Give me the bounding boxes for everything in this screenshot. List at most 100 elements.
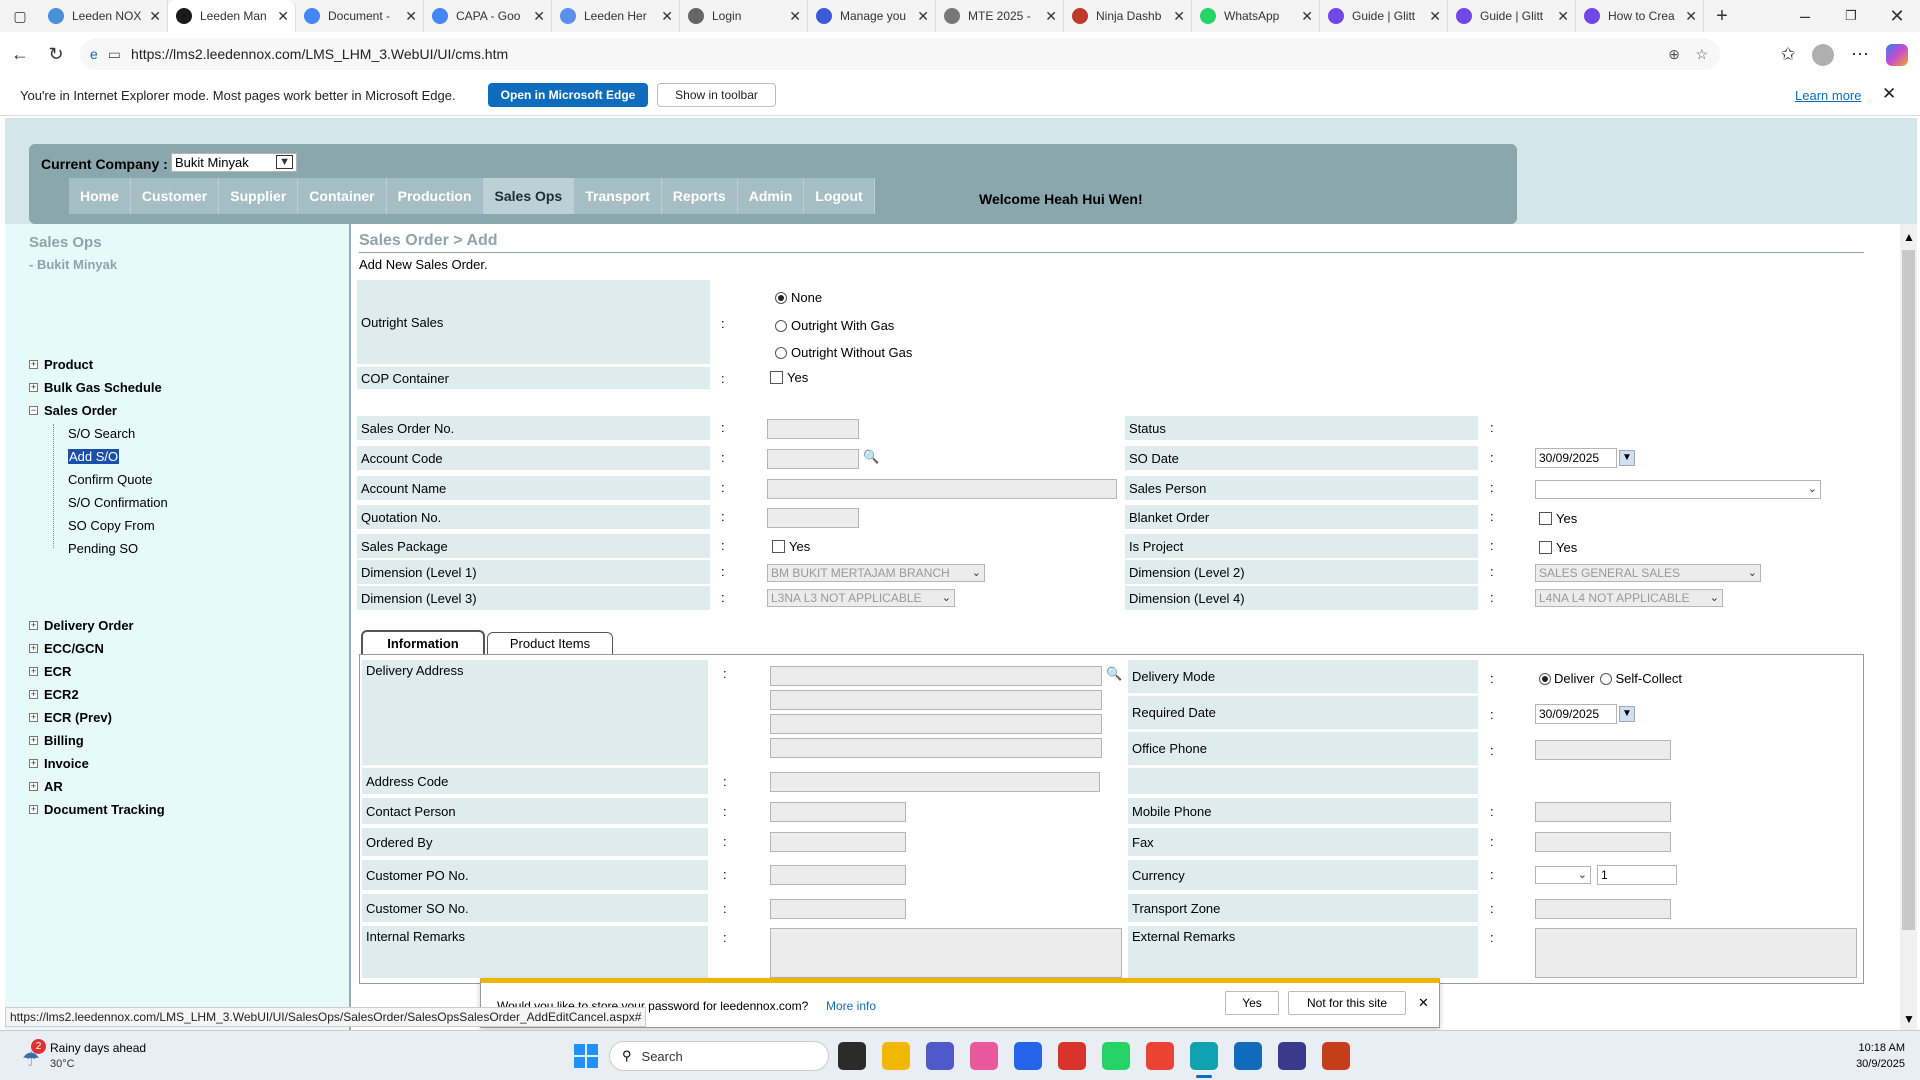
url-field[interactable]: e ▭ https://lms2.leedennox.com/LMS_LHM_3… [80, 38, 1720, 70]
nav-container[interactable]: Container [298, 178, 387, 214]
quick-assist-icon[interactable] [1278, 1042, 1306, 1070]
clock-date[interactable]: 30/9/2025 [1845, 1058, 1905, 1070]
required-date-input[interactable]: 30/09/2025 [1535, 704, 1617, 724]
dimension-level-3-select[interactable]: L3NA L3 NOT APPLICABLE ⌄ [767, 589, 955, 607]
dimension-level-4-select[interactable]: L4NA L4 NOT APPLICABLE ⌄ [1535, 589, 1723, 607]
tab-close-icon[interactable]: ✕ [1685, 8, 1697, 25]
delivery-address-line-4[interactable] [770, 738, 1102, 758]
expand-icon[interactable]: + [29, 690, 38, 699]
nav-supplier[interactable]: Supplier [219, 178, 299, 214]
browser-tab[interactable]: CAPA - Goo ✕ [424, 0, 552, 32]
tab-close-icon[interactable]: ✕ [405, 8, 417, 25]
transport-zone-input[interactable] [1535, 899, 1671, 919]
radio-self-collect[interactable]: Self-Collect [1600, 671, 1682, 686]
browser-tab[interactable]: Login ✕ [680, 0, 808, 32]
browser-tab[interactable]: Document - ✕ [296, 0, 424, 32]
favorite-icon[interactable]: ☆ [1695, 46, 1708, 63]
nav-sales-ops[interactable]: Sales Ops [483, 178, 575, 214]
snipping-tool-icon[interactable] [1058, 1042, 1086, 1070]
close-prompt-icon[interactable]: ✕ [1418, 995, 1429, 1011]
expand-icon[interactable]: + [29, 360, 38, 369]
restore-icon[interactable]: ❐ [1828, 0, 1874, 34]
expand-icon[interactable]: + [29, 667, 38, 676]
sidebar-subitem-so-copy-from[interactable]: SO Copy From [68, 518, 155, 533]
nav-home[interactable]: Home [69, 178, 131, 214]
browser-tab[interactable]: How to Crea ✕ [1576, 0, 1704, 32]
weather-title[interactable]: Rainy days ahead [50, 1041, 146, 1055]
learn-more-link[interactable]: Learn more [1795, 88, 1861, 103]
outlook-icon[interactable] [1234, 1042, 1262, 1070]
expand-icon[interactable]: + [29, 736, 38, 745]
browser-tab[interactable]: Leeden Man ✕ [168, 0, 296, 32]
chrome-icon[interactable] [1146, 1042, 1174, 1070]
address-code-input[interactable] [770, 772, 1100, 792]
expand-icon[interactable]: + [29, 759, 38, 768]
sidebar-item-product[interactable]: + Product [29, 357, 93, 372]
window-close-icon[interactable]: ✕ [1874, 0, 1920, 34]
tab-close-icon[interactable]: ✕ [917, 8, 929, 25]
sidebar-item-invoice[interactable]: + Invoice [29, 756, 89, 771]
tab-close-icon[interactable]: ✕ [1301, 8, 1313, 25]
sidebar-subitem-add-s-o[interactable]: Add S/O [68, 449, 120, 464]
delivery-address-line-2[interactable] [770, 690, 1102, 710]
browser-tab[interactable]: Manage you ✕ [808, 0, 936, 32]
scroll-down-icon[interactable]: ▼ [1903, 1012, 1915, 1026]
back-icon[interactable]: ← [2, 36, 38, 72]
not-for-this-site-button[interactable]: Not for this site [1288, 991, 1406, 1015]
sidebar-subitem-pending-so[interactable]: Pending SO [68, 541, 138, 556]
tab-close-icon[interactable]: ✕ [533, 8, 545, 25]
sales-order-no-input[interactable] [767, 419, 859, 439]
expand-icon[interactable]: + [29, 713, 38, 722]
taskbar-search[interactable]: ⚲ Search [609, 1041, 829, 1071]
powerpoint-icon[interactable] [1322, 1042, 1350, 1070]
sidebar-item-bulk-gas-schedule[interactable]: + Bulk Gas Schedule [29, 380, 162, 395]
close-ie-bar-icon[interactable]: ✕ [1882, 84, 1896, 104]
browser-tab[interactable]: Leeden Her ✕ [552, 0, 680, 32]
blanket-order-checkbox[interactable]: Yes [1539, 511, 1577, 526]
tab-close-icon[interactable]: ✕ [1557, 8, 1569, 25]
favorites-icon[interactable]: ✩ [1770, 36, 1806, 72]
dimension-level-1-select[interactable]: BM BUKIT MERTAJAM BRANCH ⌄ [767, 564, 985, 582]
open-in-edge-button[interactable]: Open in Microsoft Edge [488, 83, 648, 107]
sidebar-subitem-s-o-search[interactable]: S/O Search [68, 426, 135, 441]
radio-deliver[interactable]: Deliver [1539, 671, 1594, 686]
tab-close-icon[interactable]: ✕ [661, 8, 673, 25]
sidebar-item-ecr[interactable]: + ECR [29, 664, 71, 679]
browser-tab[interactable]: Guide | Glitt ✕ [1448, 0, 1576, 32]
internal-remarks-textarea[interactable] [770, 928, 1122, 978]
radio-outright-with-gas[interactable]: Outright With Gas [775, 318, 894, 333]
date-picker-icon[interactable]: ▼ [1619, 450, 1635, 466]
profile-avatar[interactable] [1812, 44, 1834, 66]
account-name-input[interactable] [767, 479, 1117, 499]
more-info-link[interactable]: More info [826, 999, 876, 1013]
nav-production[interactable]: Production [386, 178, 484, 214]
clock-time[interactable]: 10:18 AM [1845, 1042, 1905, 1054]
sidebar-item-delivery-order[interactable]: + Delivery Order [29, 618, 134, 633]
contact-person-input[interactable] [770, 802, 906, 822]
tab-close-icon[interactable]: ✕ [1429, 8, 1441, 25]
customer-so-input[interactable] [770, 899, 906, 919]
cop-checkbox[interactable]: Yes [770, 370, 808, 385]
fax-input[interactable] [1535, 832, 1671, 852]
expand-icon[interactable]: + [29, 805, 38, 814]
page-info-icon[interactable]: ▭ [108, 46, 121, 63]
radio-outright-without-gas[interactable]: Outright Without Gas [775, 345, 912, 360]
mobile-phone-input[interactable] [1535, 802, 1671, 822]
copilot-icon[interactable] [1886, 44, 1908, 66]
tab-close-icon[interactable]: ✕ [149, 8, 161, 25]
file-explorer-icon[interactable] [882, 1042, 910, 1070]
sales-package-checkbox[interactable]: Yes [772, 539, 810, 554]
nav-admin[interactable]: Admin [737, 178, 805, 214]
nav-customer[interactable]: Customer [130, 178, 220, 214]
expand-icon[interactable]: + [29, 782, 38, 791]
ordered-by-input[interactable] [770, 832, 906, 852]
scroll-up-icon[interactable]: ▲ [1903, 230, 1915, 244]
expand-icon[interactable]: + [29, 621, 38, 630]
sales-person-select[interactable]: ⌄ [1535, 480, 1821, 499]
tab-information[interactable]: Information [361, 630, 485, 654]
sidebar-item-ecc-gcn[interactable]: + ECC/GCN [29, 641, 104, 656]
tab-close-icon[interactable]: ✕ [1045, 8, 1057, 25]
nav-logout[interactable]: Logout [804, 178, 875, 214]
dimension-level-2-select[interactable]: SALES GENERAL SALES ⌄ [1535, 564, 1761, 582]
browser-tab[interactable]: WhatsApp ✕ [1192, 0, 1320, 32]
